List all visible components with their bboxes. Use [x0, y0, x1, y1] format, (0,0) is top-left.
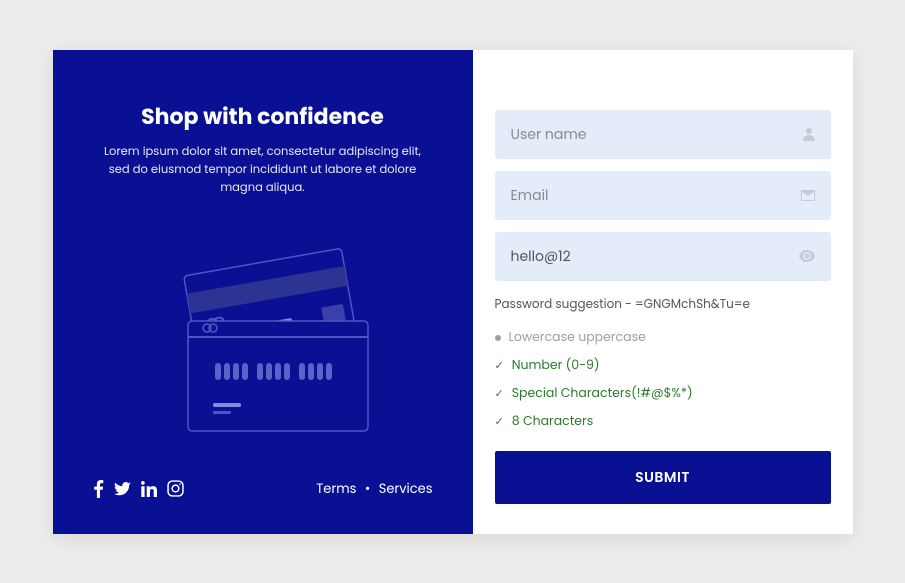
check-label: 8 Characters [512, 413, 594, 431]
terms-link[interactable]: Terms [316, 479, 356, 498]
signup-card: Shop with confidence Lorem ipsum dolor s… [53, 50, 853, 534]
password-input[interactable] [511, 246, 799, 267]
check-icon: ✓ [495, 385, 504, 402]
footer-links: Terms • Services [316, 479, 432, 499]
eye-icon[interactable] [799, 250, 815, 262]
link-separator: • [365, 479, 370, 498]
suggestion-label: Password suggestion - [495, 296, 635, 313]
check-label: Lowercase uppercase [509, 329, 646, 347]
panel-description: Lorem ipsum dolor sit amet, consectetur … [93, 143, 433, 198]
linkedin-icon[interactable] [141, 481, 157, 497]
instagram-icon[interactable] [167, 480, 184, 497]
social-icons [93, 480, 184, 498]
credit-cards-illustration [93, 218, 433, 459]
check-icon: ✓ [495, 357, 504, 374]
email-input[interactable] [511, 185, 801, 206]
email-field-wrap [495, 171, 831, 220]
left-panel: Shop with confidence Lorem ipsum dolor s… [53, 50, 473, 534]
username-input[interactable] [511, 124, 803, 145]
dot-icon [495, 335, 501, 341]
check-label: Number (0-9) [512, 357, 600, 375]
username-field-wrap [495, 110, 831, 159]
password-suggestion: Password suggestion - =GNGMchSh&Tu=e [495, 296, 831, 314]
panel-title: Shop with confidence [93, 100, 433, 133]
check-row: ✓ Number (0-9) [495, 352, 831, 380]
check-row: ✓ Special Characters(!#@$%*) [495, 380, 831, 408]
services-link[interactable]: Services [379, 479, 433, 498]
left-footer: Terms • Services [93, 479, 433, 499]
facebook-icon[interactable] [93, 480, 104, 498]
user-icon [803, 127, 815, 141]
submit-button[interactable]: SUBMIT [495, 451, 831, 504]
check-label: Special Characters(!#@$%*) [512, 385, 693, 403]
form-panel: Password suggestion - =GNGMchSh&Tu=e Low… [473, 50, 853, 534]
twitter-icon[interactable] [114, 482, 131, 496]
envelope-icon [801, 190, 815, 201]
check-row: ✓ 8 Characters [495, 408, 831, 436]
password-checks: Lowercase uppercase ✓ Number (0-9) ✓ Speci… [495, 324, 831, 436]
suggestion-value: =GNGMchSh&Tu=e [635, 296, 750, 313]
password-field-wrap [495, 232, 831, 281]
check-icon: ✓ [495, 413, 504, 430]
check-row: Lowercase uppercase [495, 324, 831, 352]
